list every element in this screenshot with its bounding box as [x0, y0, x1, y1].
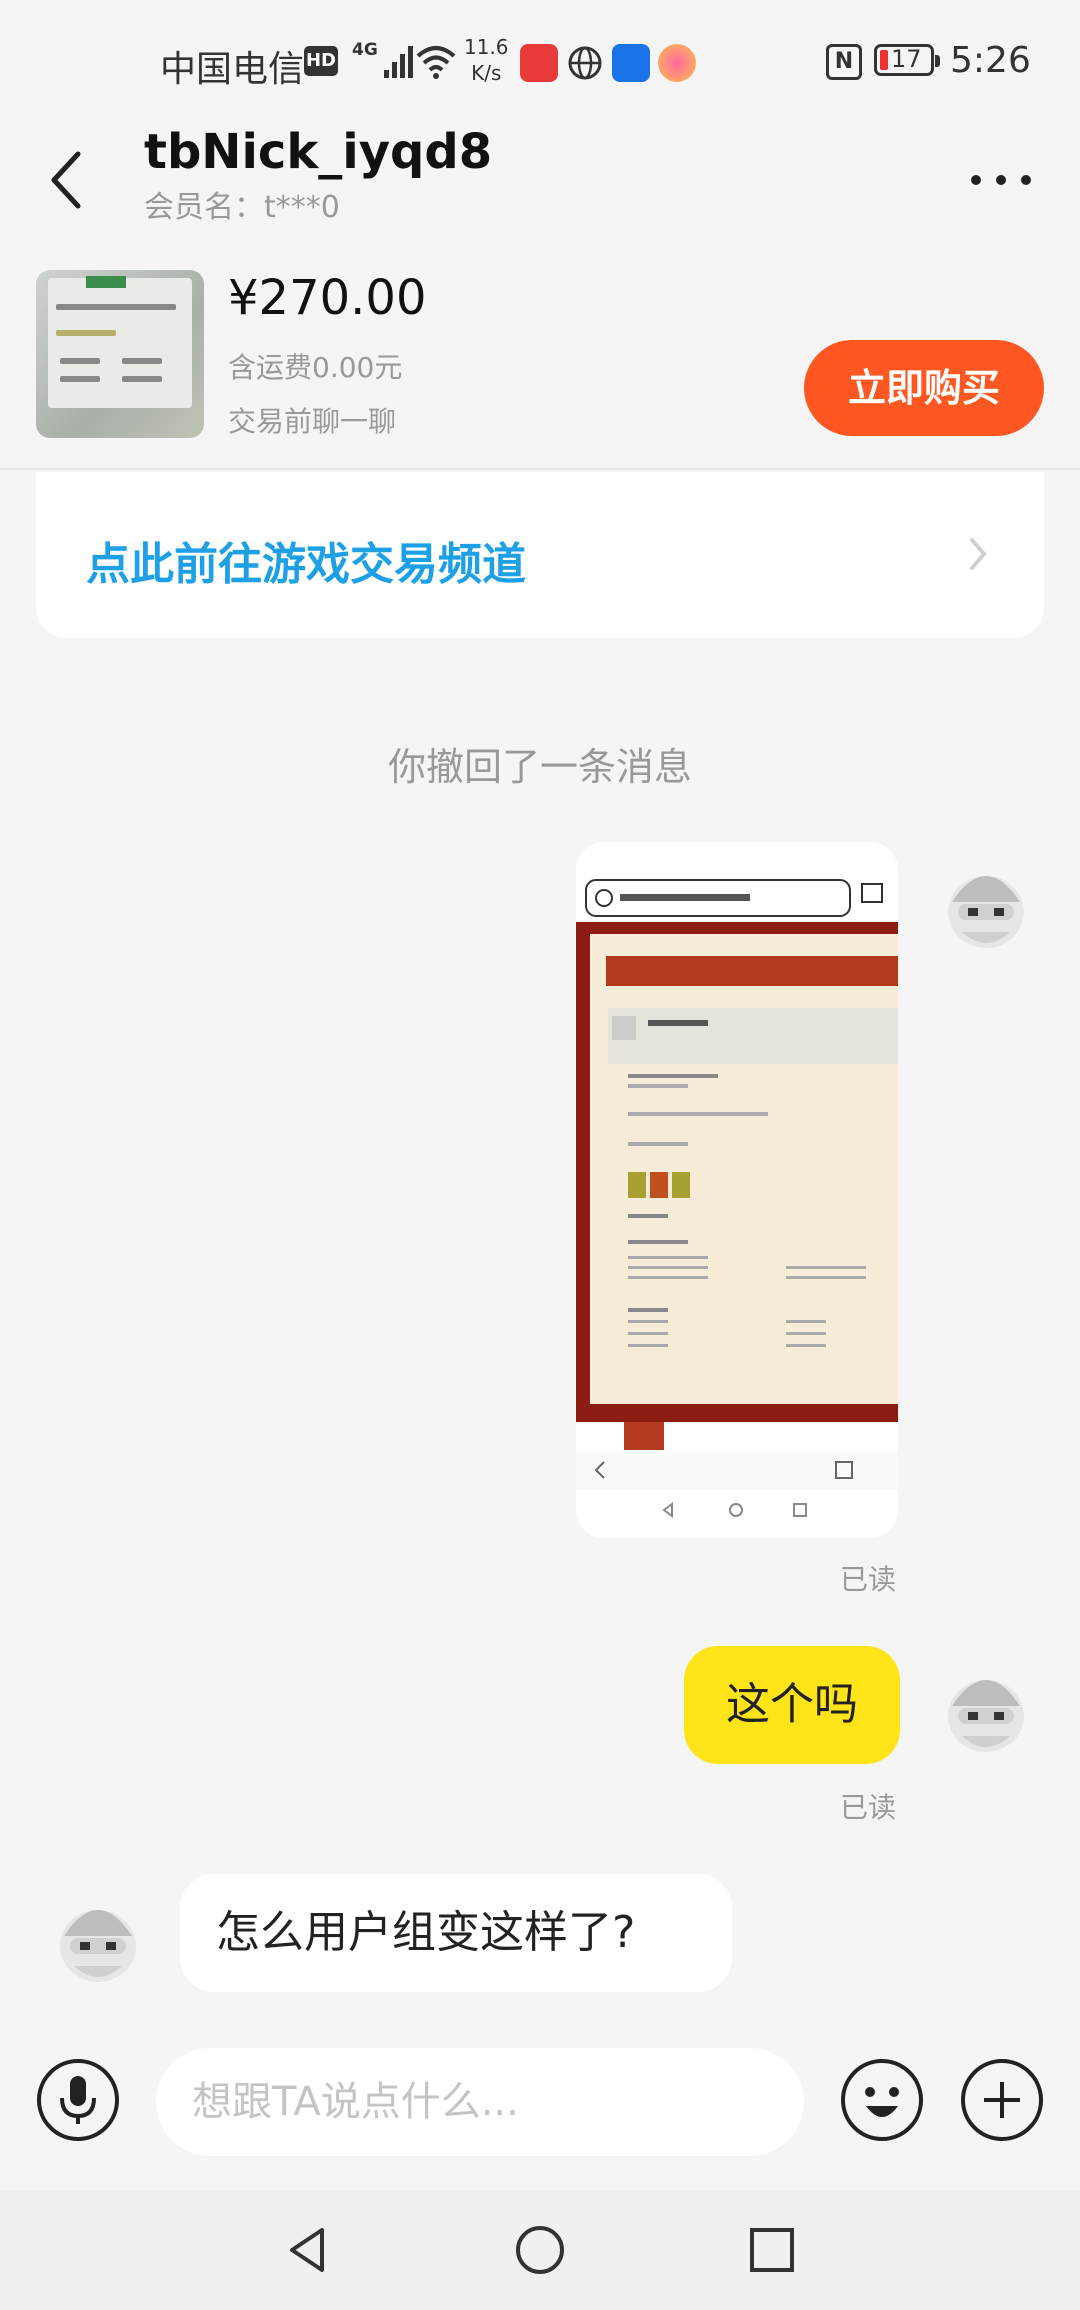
chevron-right-icon — [970, 538, 987, 570]
wifi-icon — [416, 46, 456, 79]
image-message[interactable] — [576, 842, 898, 1538]
member-name: 会员名：t***0 — [144, 190, 340, 225]
buy-now-button[interactable]: 立即购买 — [804, 340, 1044, 436]
my-message-bubble[interactable]: 这个吗 — [684, 1646, 900, 1764]
net-speed-value: 11.6 — [464, 35, 509, 59]
seller-message-bubble[interactable]: 怎么用户组变这样了? — [180, 1874, 732, 1992]
my-avatar[interactable] — [938, 1660, 1034, 1760]
nfc-icon: N — [826, 44, 862, 80]
product-thumbnail[interactable] — [36, 270, 204, 438]
read-status: 已读 — [840, 1791, 897, 1824]
banner-link-text[interactable]: 点此前往游戏交易频道 — [86, 528, 526, 592]
chat-header: tbNick_iyqd8 会员名：t***0 — [0, 120, 1080, 240]
carrier-label: 中国电信 — [160, 49, 305, 90]
read-status: 已读 — [840, 1563, 897, 1596]
chat-first-hint: 交易前聊一聊 — [228, 405, 397, 438]
app-icon — [658, 44, 696, 82]
nav-home-icon[interactable] — [512, 2222, 568, 2278]
clock: 5:26 — [950, 40, 1031, 81]
bulb-app-icon — [612, 44, 650, 82]
microphone-icon[interactable] — [36, 2058, 120, 2142]
product-card[interactable]: ¥270.00 含运费0.00元 交易前聊一聊 立即购买 — [0, 240, 1080, 470]
seller-avatar[interactable] — [50, 1890, 146, 1990]
signal-icon — [384, 46, 413, 78]
contact-name: tbNick_iyqd8 — [144, 124, 493, 180]
app-notification-icon — [520, 44, 558, 82]
globe-icon — [568, 46, 602, 80]
back-arrow-icon[interactable] — [40, 140, 100, 220]
nav-back-icon[interactable] — [280, 2222, 336, 2278]
more-options-icon[interactable] — [966, 160, 1036, 200]
emoji-icon[interactable] — [840, 2058, 924, 2142]
net-speed: 11.6 K/s — [464, 34, 509, 86]
hd-icon: HD — [304, 46, 338, 76]
system-nav-bar — [0, 2190, 1080, 2310]
plus-icon[interactable] — [960, 2058, 1044, 2142]
recall-notice: 你撤回了一条消息 — [387, 745, 692, 789]
nav-recent-apps-icon[interactable] — [744, 2222, 800, 2278]
shipping-info: 含运费0.00元 — [228, 351, 403, 384]
my-avatar[interactable] — [938, 856, 1034, 956]
game-trade-banner[interactable]: 点此前往游戏交易频道 — [36, 472, 1044, 638]
net-speed-unit: K/s — [471, 61, 502, 85]
battery-level: 17 — [891, 45, 922, 73]
screenshot-image — [576, 842, 898, 1538]
battery-icon: 17 — [874, 44, 940, 76]
status-bar: 中国电信 HD 4G 11.6 K/s N 17 5:26 — [0, 0, 1080, 120]
message-input[interactable]: 想跟TA说点什么... — [156, 2048, 804, 2156]
product-price: ¥270.00 — [228, 270, 427, 326]
